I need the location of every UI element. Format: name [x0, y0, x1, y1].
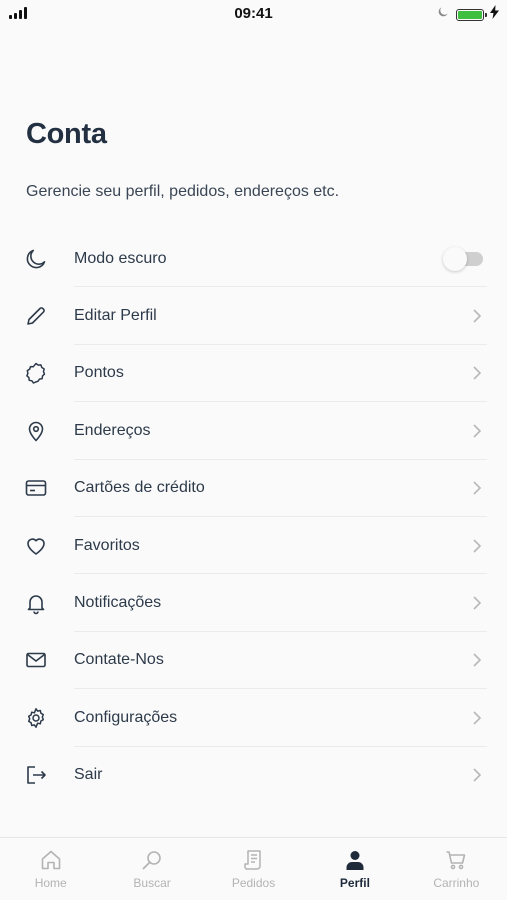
pencil-icon: [24, 304, 48, 328]
battery-icon: [456, 8, 487, 21]
chevron-right-icon: [471, 480, 483, 496]
moon-icon: [436, 5, 450, 24]
tab-home[interactable]: Home: [0, 838, 101, 900]
bottom-tab-bar: Home Buscar Pedidos Perfil Carrinho: [0, 837, 507, 900]
chevron-right-icon: [471, 538, 483, 554]
menu-item-label: Editar Perfil: [74, 307, 157, 325]
chevron-right-icon: [471, 710, 483, 726]
tab-buscar[interactable]: Buscar: [101, 838, 202, 900]
account-menu: Modo escuro Editar Perfil Pontos Endereç…: [0, 230, 507, 804]
tab-carrinho[interactable]: Carrinho: [406, 838, 507, 900]
menu-item-pontos[interactable]: Pontos: [0, 345, 507, 403]
menu-item-configuracoes[interactable]: Configurações: [0, 689, 507, 747]
menu-item-label: Favoritos: [74, 536, 140, 554]
tab-label: Carrinho: [433, 876, 480, 890]
tab-label: Pedidos: [231, 876, 276, 890]
gear-icon: [24, 706, 48, 730]
search-icon: [140, 848, 164, 872]
home-icon: [39, 848, 63, 872]
page-title: Conta: [26, 118, 107, 150]
cart-icon: [444, 848, 468, 872]
menu-item-cartoes-de-credito[interactable]: Cartões de crédito: [0, 460, 507, 517]
receipt-icon: [242, 848, 266, 872]
page-subtitle: Gerencie seu perfil, pedidos, endereços …: [26, 183, 340, 200]
menu-item-editar-perfil[interactable]: Editar Perfil: [0, 287, 507, 345]
chevron-right-icon: [471, 767, 483, 783]
logout-icon: [24, 763, 48, 787]
dark-mode-toggle[interactable]: [443, 246, 483, 271]
map-pin-icon: [24, 419, 48, 443]
menu-item-label: Modo escuro: [74, 249, 167, 267]
heart-icon: [24, 534, 48, 558]
menu-item-label: Endereços: [74, 421, 151, 439]
chevron-right-icon: [471, 652, 483, 668]
menu-item-label: Configurações: [74, 708, 178, 726]
menu-item-dark-mode: Modo escuro: [0, 230, 507, 288]
menu-item-label: Sair: [74, 766, 103, 784]
menu-item-contate-nos[interactable]: Contate-Nos: [0, 632, 507, 690]
bell-icon: [24, 591, 48, 615]
chevron-right-icon: [471, 365, 483, 381]
menu-item-label: Notificações: [74, 594, 162, 612]
tab-label: Perfil: [339, 876, 370, 890]
menu-item-label: Cartões de crédito: [74, 479, 205, 497]
user-icon: [343, 848, 367, 872]
menu-item-label: Pontos: [74, 364, 124, 382]
chevron-right-icon: [471, 423, 483, 439]
badge-icon: [24, 361, 48, 385]
tab-pedidos[interactable]: Pedidos: [203, 838, 304, 900]
menu-item-sair[interactable]: Sair: [0, 747, 507, 804]
tab-perfil[interactable]: Perfil: [304, 838, 405, 900]
menu-item-label: Contate-Nos: [74, 651, 164, 669]
tab-label: Buscar: [133, 876, 171, 890]
menu-item-enderecos[interactable]: Endereços: [0, 402, 507, 460]
status-time: 09:41: [234, 5, 273, 22]
mail-icon: [24, 648, 48, 672]
charging-icon: [490, 5, 499, 24]
credit-card-icon: [24, 476, 48, 500]
chevron-right-icon: [471, 308, 483, 324]
status-bar: 09:41: [0, 0, 507, 28]
menu-item-notificacoes[interactable]: Notificações: [0, 574, 507, 632]
chevron-right-icon: [471, 595, 483, 611]
tab-label: Home: [34, 876, 67, 890]
menu-item-favoritos[interactable]: Favoritos: [0, 517, 507, 575]
moon-icon: [24, 247, 48, 271]
